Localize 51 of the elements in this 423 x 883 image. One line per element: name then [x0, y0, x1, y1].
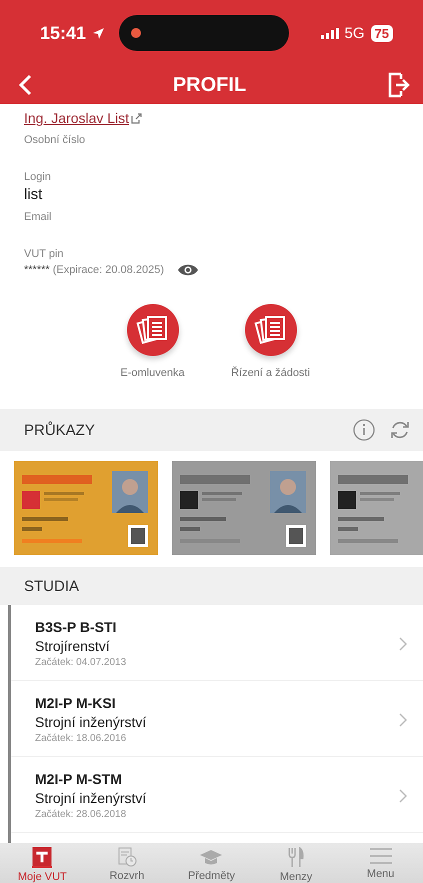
info-icon[interactable] — [353, 419, 375, 441]
study-row[interactable]: B3S-P B-STI Strojírenství Začátek: 04.07.2013 — [11, 605, 423, 681]
field-label: Login — [24, 171, 52, 183]
signal-icon — [320, 28, 339, 38]
study-start-date: Začátek: 28.06.2018 — [35, 809, 128, 820]
fork-knife-icon — [287, 847, 306, 868]
location-arrow-icon — [92, 26, 106, 40]
tab[interactable]: Moje VUT — [0, 843, 85, 883]
chevron-right-icon — [399, 788, 407, 802]
graduation-cap-icon — [199, 847, 224, 867]
study-name: Strojní inženýrství — [35, 714, 146, 730]
study-name: Strojírenství — [35, 638, 111, 654]
pin-value: ****** — [24, 264, 50, 276]
study-code: M2I-P M-STM — [35, 771, 123, 787]
page-title: PROFIL — [172, 74, 246, 96]
tab[interactable]: Předměty — [169, 843, 254, 883]
refresh-icon[interactable] — [389, 419, 411, 441]
calendar-clock-icon — [116, 847, 137, 867]
chevron-right-icon — [399, 712, 407, 726]
field-label: Osobní číslo — [24, 134, 86, 146]
action-label[interactable]: Řízení a žádosti — [231, 367, 310, 379]
tab[interactable]: Menzy — [254, 843, 338, 883]
study-name: Strojní inženýrství — [35, 790, 146, 806]
study-row[interactable]: M2I-P M-KSI Strojní inženýrství Začátek: 18.06.2016 — [11, 681, 423, 757]
back-icon[interactable] — [18, 74, 32, 96]
battery-level: 75 — [370, 24, 393, 42]
tab[interactable]: Menu — [338, 843, 423, 883]
study-start-date: Začátek: 04.07.2013 — [35, 657, 126, 668]
documents-button[interactable] — [244, 303, 298, 357]
network-label: 5G — [344, 24, 365, 42]
section-title: PRŮKAZY — [24, 422, 95, 438]
external-link-icon — [131, 112, 142, 124]
eye-icon[interactable] — [176, 263, 199, 277]
study-start-date: Začátek: 18.06.2016 — [35, 733, 128, 744]
field-label: VUT pin — [24, 248, 65, 260]
study-code: B3S-P B-STI — [35, 619, 118, 635]
documents-button[interactable] — [126, 303, 180, 357]
name-link[interactable]: Ing. Jaroslav List — [24, 110, 130, 126]
logo-icon — [32, 847, 52, 868]
study-row[interactable]: M2I-P M-STM Strojní inženýrství Začátek: 28.06.2018 — [11, 757, 423, 833]
field-value: list — [24, 186, 44, 203]
menu-icon — [368, 847, 393, 865]
field-label: Email — [24, 211, 53, 223]
action-label[interactable]: E-omluvenka — [120, 367, 185, 379]
status-time: 15:41 — [40, 22, 86, 44]
expiry-note: (Expirace: 20.08.2025) — [52, 264, 164, 276]
logout-icon[interactable] — [387, 71, 411, 99]
chevron-right-icon — [399, 636, 407, 650]
tab[interactable]: Rozvrh — [84, 843, 170, 883]
study-code: M2I-P M-KSI — [35, 695, 117, 711]
section-title: STUDIA — [24, 578, 80, 594]
